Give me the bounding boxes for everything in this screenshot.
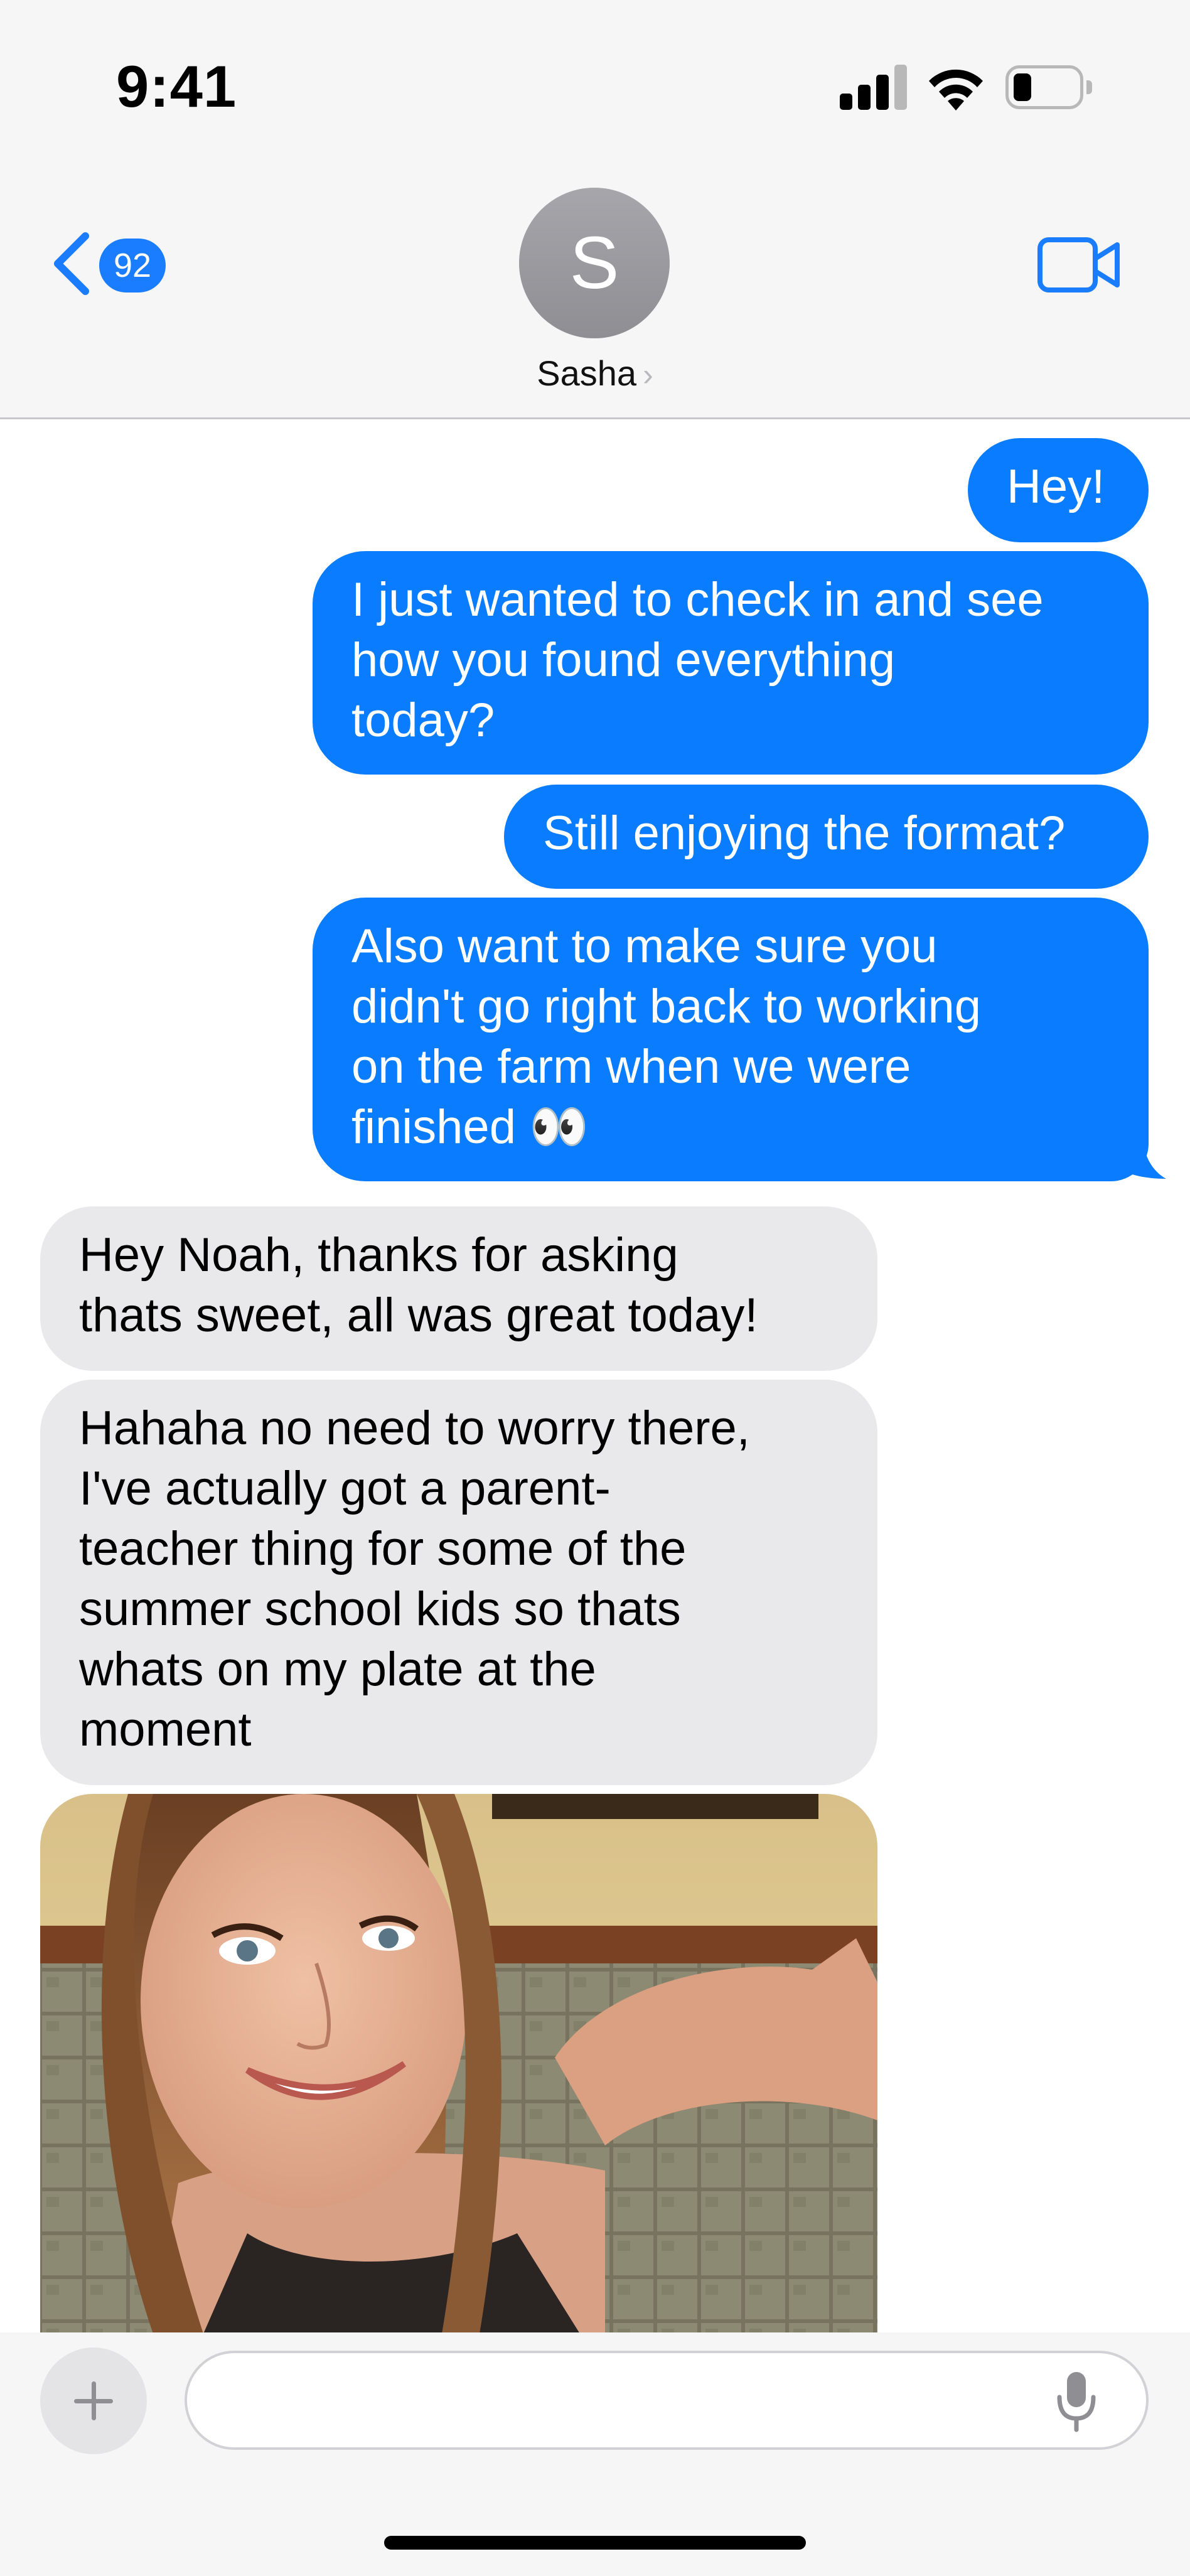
sent-message[interactable]: Still enjoying the format?: [504, 785, 1149, 889]
unread-count-badge[interactable]: 92: [99, 239, 166, 292]
contact-name[interactable]: Sasha ›: [0, 353, 1190, 394]
chevron-right-icon: ›: [643, 357, 653, 392]
sent-message[interactable]: Hey!: [968, 438, 1149, 542]
photo-image: [40, 1794, 877, 2334]
home-indicator[interactable]: [384, 2536, 806, 2550]
conversation-header: 9:41 92 S Sasha ›: [0, 0, 1190, 419]
chevron-left-icon[interactable]: [49, 231, 93, 296]
avatar[interactable]: S: [519, 188, 670, 338]
received-message[interactable]: Hey Noah, thanks for asking thats sweet,…: [40, 1206, 877, 1371]
contact-name-label: Sasha: [537, 353, 637, 393]
photo-attachment[interactable]: [40, 1794, 877, 2334]
sent-message[interactable]: I just wanted to check in and see how yo…: [313, 551, 1149, 775]
cellular-signal-icon: [840, 65, 908, 110]
message-input[interactable]: [185, 2351, 1149, 2450]
wifi-icon: [929, 69, 983, 110]
plus-icon[interactable]: [40, 2348, 147, 2454]
messages-screen: 9:41 92 S Sasha › Hey! I just wanted to …: [0, 0, 1190, 2576]
video-camera-icon[interactable]: [1037, 235, 1122, 295]
microphone-icon[interactable]: [1054, 2369, 1098, 2432]
sent-message[interactable]: Also want to make sure you didn't go rig…: [313, 898, 1149, 1181]
received-message[interactable]: Hahaha no need to worry there, I've actu…: [40, 1380, 877, 1785]
bubble-tail: [1111, 1119, 1166, 1179]
battery-icon: [1005, 65, 1093, 109]
status-time: 9:41: [116, 53, 237, 119]
